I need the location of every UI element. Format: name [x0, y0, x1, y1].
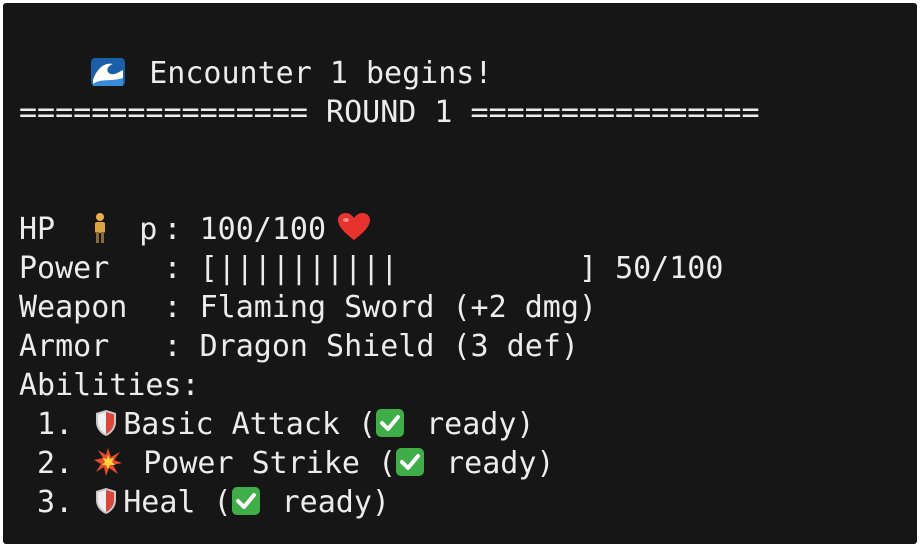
shield-icon — [96, 409, 117, 436]
hp-label: HP : — [19, 212, 200, 247]
terminal-window: Encounter 1 begins! ================ ROU… — [3, 3, 917, 544]
encounter-text: Encounter 1 begins! — [149, 56, 493, 91]
check-mark-icon — [376, 408, 405, 437]
ability-item: 1. Basic Attack ( ready) — [19, 407, 535, 442]
shield-icon — [96, 487, 117, 514]
ability-status: ready) — [446, 446, 555, 481]
ability-number: 1. — [19, 407, 92, 442]
armor-label: Armor : — [19, 329, 200, 364]
check-mark-icon — [396, 447, 425, 476]
ability-status: ready) — [281, 485, 390, 520]
ability-item: 2. Power Strike ( ready) — [19, 446, 555, 481]
player-name-line: p — [19, 171, 157, 247]
weapon-line: Weapon : Flaming Sword (+2 dmg) — [19, 288, 597, 327]
power-bar-close: ] — [578, 251, 597, 286]
power-value: 50/100 — [615, 251, 724, 286]
round-banner: ================ ROUND 1 ===============… — [19, 95, 760, 130]
red-heart-icon — [338, 212, 371, 240]
hp-line: HP : 100/100 — [19, 210, 371, 249]
ability-number: 3. — [19, 485, 92, 520]
abilities-heading: Abilities: — [19, 368, 200, 403]
ability-item: 3. Heal ( ready) — [19, 485, 390, 520]
power-line: Power : [|||||||||| ] 50/100 — [19, 249, 723, 288]
weapon-label: Weapon : — [19, 290, 200, 325]
power-bar-empty — [398, 251, 579, 286]
ability-name: Heal — [123, 485, 196, 520]
power-label: Power : — [19, 251, 200, 286]
encounter-line: Encounter 1 begins! — [19, 15, 492, 91]
check-mark-icon — [231, 486, 260, 515]
collision-icon — [94, 447, 123, 476]
armor-line: Armor : Dragon Shield (3 def) — [19, 327, 579, 366]
weapon-value: Flaming Sword (+2 dmg) — [199, 290, 597, 325]
power-bar-open: [ — [199, 251, 218, 286]
water-wave-icon — [91, 57, 126, 86]
power-bar-fill: |||||||||| — [217, 251, 399, 286]
ability-status: ready) — [426, 407, 535, 442]
armor-value: Dragon Shield (3 def) — [199, 329, 579, 364]
hp-value: 100/100 — [199, 212, 327, 247]
ability-number: 2. — [19, 446, 92, 481]
ability-name: Power Strike — [143, 446, 360, 481]
ability-name: Basic Attack — [123, 407, 340, 442]
